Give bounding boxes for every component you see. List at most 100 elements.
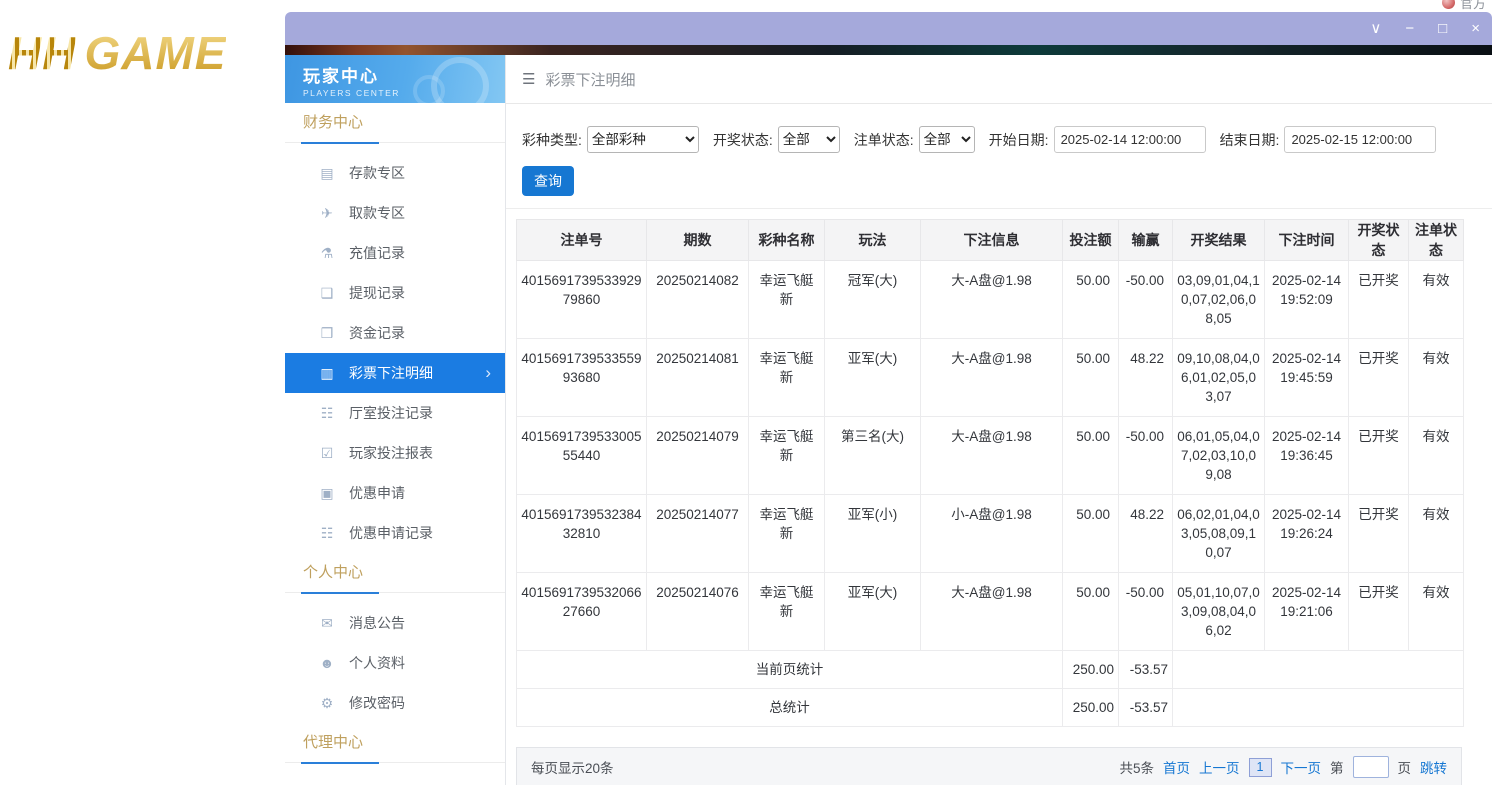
sidebar: 玩家中心 PLAYERS CENTER 财务中心 ▤ 存款专区 ✈ 取款专区 ⚗… xyxy=(285,55,506,785)
cell-play: 亚军(大) xyxy=(825,573,921,651)
col-draw-status: 开奖状态 xyxy=(1349,220,1409,261)
globe-icon xyxy=(1442,0,1455,9)
sidebar-item-label: 优惠申请记录 xyxy=(349,523,433,543)
chevron-down-icon[interactable]: ∨ xyxy=(1370,21,1381,36)
chevron-right-icon: › xyxy=(485,363,491,383)
cell-winloss: 48.22 xyxy=(1119,339,1173,417)
cell-bet-time: 2025-02-14 19:45:59 xyxy=(1265,339,1349,417)
finance-menu: ▤ 存款专区 ✈ 取款专区 ⚗ 充值记录 ❑ 提现记录 ❒ 资金记录 xyxy=(285,143,505,553)
close-button[interactable]: × xyxy=(1471,21,1480,36)
recharge-records-icon: ⚗ xyxy=(319,245,335,262)
bell-icon: ✉ xyxy=(319,615,335,632)
table-row: 401569173953206627660 20250214076 幸运飞艇新 … xyxy=(517,573,1464,651)
sidebar-item-announcements[interactable]: ✉ 消息公告 xyxy=(285,603,505,643)
table-row: 401569173953300555440 20250214079 幸运飞艇新 … xyxy=(517,417,1464,495)
sidebar-item-label: 厅室投注记录 xyxy=(349,403,433,423)
sidebar-item-label: 资金记录 xyxy=(349,323,405,343)
filter-panel: 彩种类型: 全部彩种 开奖状态: 全部 注单状态: 全部 开始日期: 结束日期: xyxy=(506,104,1492,209)
cell-bet-info: 大-A盘@1.98 xyxy=(921,261,1063,339)
page-prefix-label: 第 xyxy=(1330,757,1344,777)
top-right-partial-label: 官方 xyxy=(1460,0,1486,12)
cell-lottery: 幸运飞艇新 xyxy=(749,573,825,651)
sidebar-item-label: 修改密码 xyxy=(349,693,405,713)
draw-status-select[interactable]: 全部 xyxy=(778,126,840,153)
sidebar-item-deposit[interactable]: ▤ 存款专区 xyxy=(285,153,505,193)
sidebar-item-change-password[interactable]: ⚙ 修改密码 xyxy=(285,683,505,723)
cell-play: 第三名(大) xyxy=(825,417,921,495)
personal-menu: ✉ 消息公告 ☻ 个人资料 ⚙ 修改密码 xyxy=(285,593,505,723)
page-jump-input[interactable] xyxy=(1353,756,1389,778)
sidebar-item-lottery-bet-details[interactable]: ▥ 彩票下注明细 › xyxy=(285,353,505,393)
sidebar-item-promo-apply-records[interactable]: ☷ 优惠申请记录 xyxy=(285,513,505,553)
sidebar-item-label: 提现记录 xyxy=(349,283,405,303)
start-date-label: 开始日期: xyxy=(989,130,1049,150)
total-summary-winloss: -53.57 xyxy=(1119,689,1173,727)
col-bet-no: 注单号 xyxy=(517,220,647,261)
cell-winloss: 48.22 xyxy=(1119,495,1173,573)
cell-bet-status: 有效 xyxy=(1409,573,1464,651)
total-summary-empty xyxy=(1173,689,1464,727)
bets-table-wrap: 注单号 期数 彩种名称 玩法 下注信息 投注额 输赢 开奖结果 下注时间 开奖状… xyxy=(516,219,1462,727)
current-page-badge[interactable]: 1 xyxy=(1249,758,1272,777)
prev-page-link[interactable]: 上一页 xyxy=(1199,757,1240,777)
col-bet-time: 下注时间 xyxy=(1265,220,1349,261)
sidebar-item-promo-apply[interactable]: ▣ 优惠申请 xyxy=(285,473,505,513)
banner-image xyxy=(285,45,1492,55)
cell-bet-time: 2025-02-14 19:21:06 xyxy=(1265,573,1349,651)
cell-bet-time: 2025-02-14 19:26:24 xyxy=(1265,495,1349,573)
cell-bet-status: 有效 xyxy=(1409,261,1464,339)
cell-period: 20250214076 xyxy=(647,573,749,651)
jump-link[interactable]: 跳转 xyxy=(1420,757,1447,777)
page-summary-row: 当前页统计 250.00 -53.57 xyxy=(517,651,1464,689)
sidebar-title: 玩家中心 xyxy=(303,62,505,87)
per-page-label: 每页显示20条 xyxy=(531,757,614,777)
col-bet-info: 下注信息 xyxy=(921,220,1063,261)
cell-play: 冠军(大) xyxy=(825,261,921,339)
first-page-link[interactable]: 首页 xyxy=(1163,757,1190,777)
lottery-bet-details-icon: ▥ xyxy=(319,365,335,382)
deposit-icon: ▤ xyxy=(319,165,335,182)
cell-bet-time: 2025-02-14 19:52:09 xyxy=(1265,261,1349,339)
page-summary-label: 当前页统计 xyxy=(517,651,1063,689)
sidebar-item-withdrawal-records[interactable]: ❑ 提现记录 xyxy=(285,273,505,313)
cell-draw-status: 已开奖 xyxy=(1349,495,1409,573)
cell-lottery: 幸运飞艇新 xyxy=(749,495,825,573)
cell-bet-info: 大-A盘@1.98 xyxy=(921,417,1063,495)
cell-draw-status: 已开奖 xyxy=(1349,417,1409,495)
cell-amount: 50.00 xyxy=(1063,495,1119,573)
col-winloss: 输赢 xyxy=(1119,220,1173,261)
cell-result: 05,01,10,07,03,09,08,04,06,02 xyxy=(1173,573,1265,651)
start-date-input[interactable] xyxy=(1054,126,1206,153)
top-right-partial: 官方 xyxy=(1442,0,1486,12)
end-date-label: 结束日期: xyxy=(1220,130,1280,150)
maximize-button[interactable]: □ xyxy=(1438,21,1447,36)
page-summary-amount: 250.00 xyxy=(1063,651,1119,689)
cell-bet-no: 401569173953355993680 xyxy=(517,339,647,417)
sidebar-item-hall-bet-records[interactable]: ☷ 厅室投注记录 xyxy=(285,393,505,433)
sidebar-item-profile[interactable]: ☻ 个人资料 xyxy=(285,643,505,683)
cell-amount: 50.00 xyxy=(1063,339,1119,417)
total-summary-row: 总统计 250.00 -53.57 xyxy=(517,689,1464,727)
cell-bet-status: 有效 xyxy=(1409,339,1464,417)
lottery-type-select[interactable]: 全部彩种 xyxy=(587,126,699,153)
section-title-finance: 财务中心 xyxy=(285,103,505,143)
end-date-input[interactable] xyxy=(1284,126,1436,153)
page-summary-empty xyxy=(1173,651,1464,689)
minimize-button[interactable]: − xyxy=(1405,21,1414,36)
cell-bet-status: 有效 xyxy=(1409,495,1464,573)
app-window: ∨ − □ × 玩家中心 PLAYERS CENTER 财务中心 ▤ 存款专区 … xyxy=(285,12,1492,785)
sidebar-item-recharge-records[interactable]: ⚗ 充值记录 xyxy=(285,233,505,273)
sidebar-item-fund-records[interactable]: ❒ 资金记录 xyxy=(285,313,505,353)
page-title: 彩票下注明细 xyxy=(545,69,635,90)
sidebar-item-player-bet-report[interactable]: ☑ 玩家投注报表 xyxy=(285,433,505,473)
query-button[interactable]: 查询 xyxy=(522,166,574,196)
page-suffix-label: 页 xyxy=(1398,757,1412,777)
col-bet-status: 注单状态 xyxy=(1409,220,1464,261)
sidebar-item-label: 优惠申请 xyxy=(349,483,405,503)
bet-status-select[interactable]: 全部 xyxy=(919,126,975,153)
hamburger-menu-icon[interactable]: ☰ xyxy=(522,70,535,88)
sidebar-item-withdraw[interactable]: ✈ 取款专区 xyxy=(285,193,505,233)
next-page-link[interactable]: 下一页 xyxy=(1281,757,1322,777)
bet-status-label: 注单状态: xyxy=(854,130,914,150)
cell-winloss: -50.00 xyxy=(1119,573,1173,651)
